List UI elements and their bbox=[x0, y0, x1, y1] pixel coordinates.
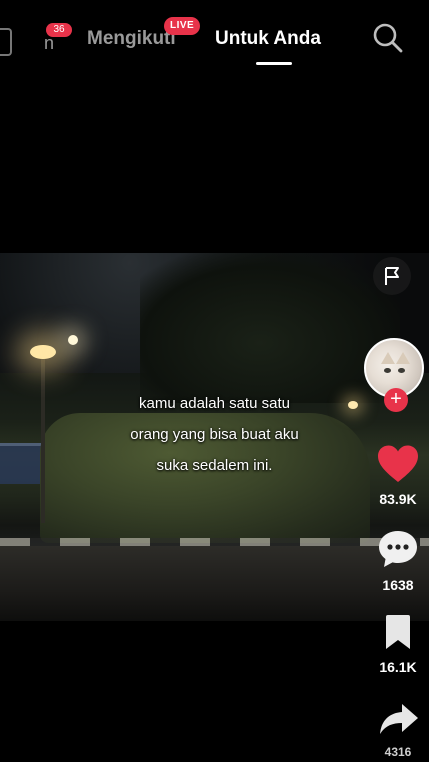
heart-icon bbox=[378, 445, 418, 482]
save-count: 16.1K bbox=[379, 659, 417, 675]
caption-line: orang yang bisa buat aku bbox=[130, 426, 299, 443]
share-icon bbox=[380, 704, 418, 734]
like-button[interactable]: 83.9K bbox=[368, 444, 428, 507]
like-count: 83.9K bbox=[379, 491, 417, 507]
avatar-image-detail bbox=[384, 368, 391, 373]
avatar-image-detail bbox=[396, 352, 410, 364]
live-badge: LIVE bbox=[164, 17, 201, 35]
comment-icon bbox=[379, 531, 417, 567]
live-icon[interactable] bbox=[0, 28, 12, 56]
top-bar: n 36 Mengikuti LIVE Untuk Anda bbox=[0, 0, 429, 80]
video-caption: kamu adalah satu satu orang yang bisa bu… bbox=[0, 388, 429, 481]
share-count: 4316 bbox=[384, 745, 412, 759]
flag-icon bbox=[385, 267, 399, 285]
tab-for-you[interactable]: Untuk Anda bbox=[215, 28, 321, 50]
avatar-image-detail bbox=[398, 368, 405, 373]
bookmark-icon bbox=[386, 615, 410, 649]
active-tab-indicator bbox=[256, 62, 292, 65]
plus-icon: + bbox=[390, 388, 402, 410]
caption-line: kamu adalah satu satu bbox=[139, 395, 290, 412]
tab-following[interactable]: Mengikuti bbox=[87, 28, 176, 50]
friends-badge: 36 bbox=[46, 23, 72, 37]
street-lamp bbox=[30, 345, 56, 359]
curb bbox=[0, 538, 429, 546]
search-icon[interactable] bbox=[372, 22, 404, 54]
caption-line: suka sedalem ini. bbox=[156, 457, 273, 474]
avatar-image-detail bbox=[381, 352, 395, 364]
save-button[interactable]: 16.1K bbox=[368, 612, 428, 675]
wet-road bbox=[0, 546, 429, 621]
trees bbox=[140, 253, 400, 403]
share-button[interactable]: 4316 bbox=[368, 700, 428, 759]
report-button[interactable] bbox=[373, 257, 411, 295]
street-lamp bbox=[68, 335, 78, 345]
comment-count: 1638 bbox=[382, 577, 414, 593]
comment-button[interactable]: 1638 bbox=[368, 528, 428, 593]
video-player[interactable]: kamu adalah satu satu orang yang bisa bu… bbox=[0, 253, 429, 621]
follow-button[interactable]: + bbox=[384, 388, 408, 412]
